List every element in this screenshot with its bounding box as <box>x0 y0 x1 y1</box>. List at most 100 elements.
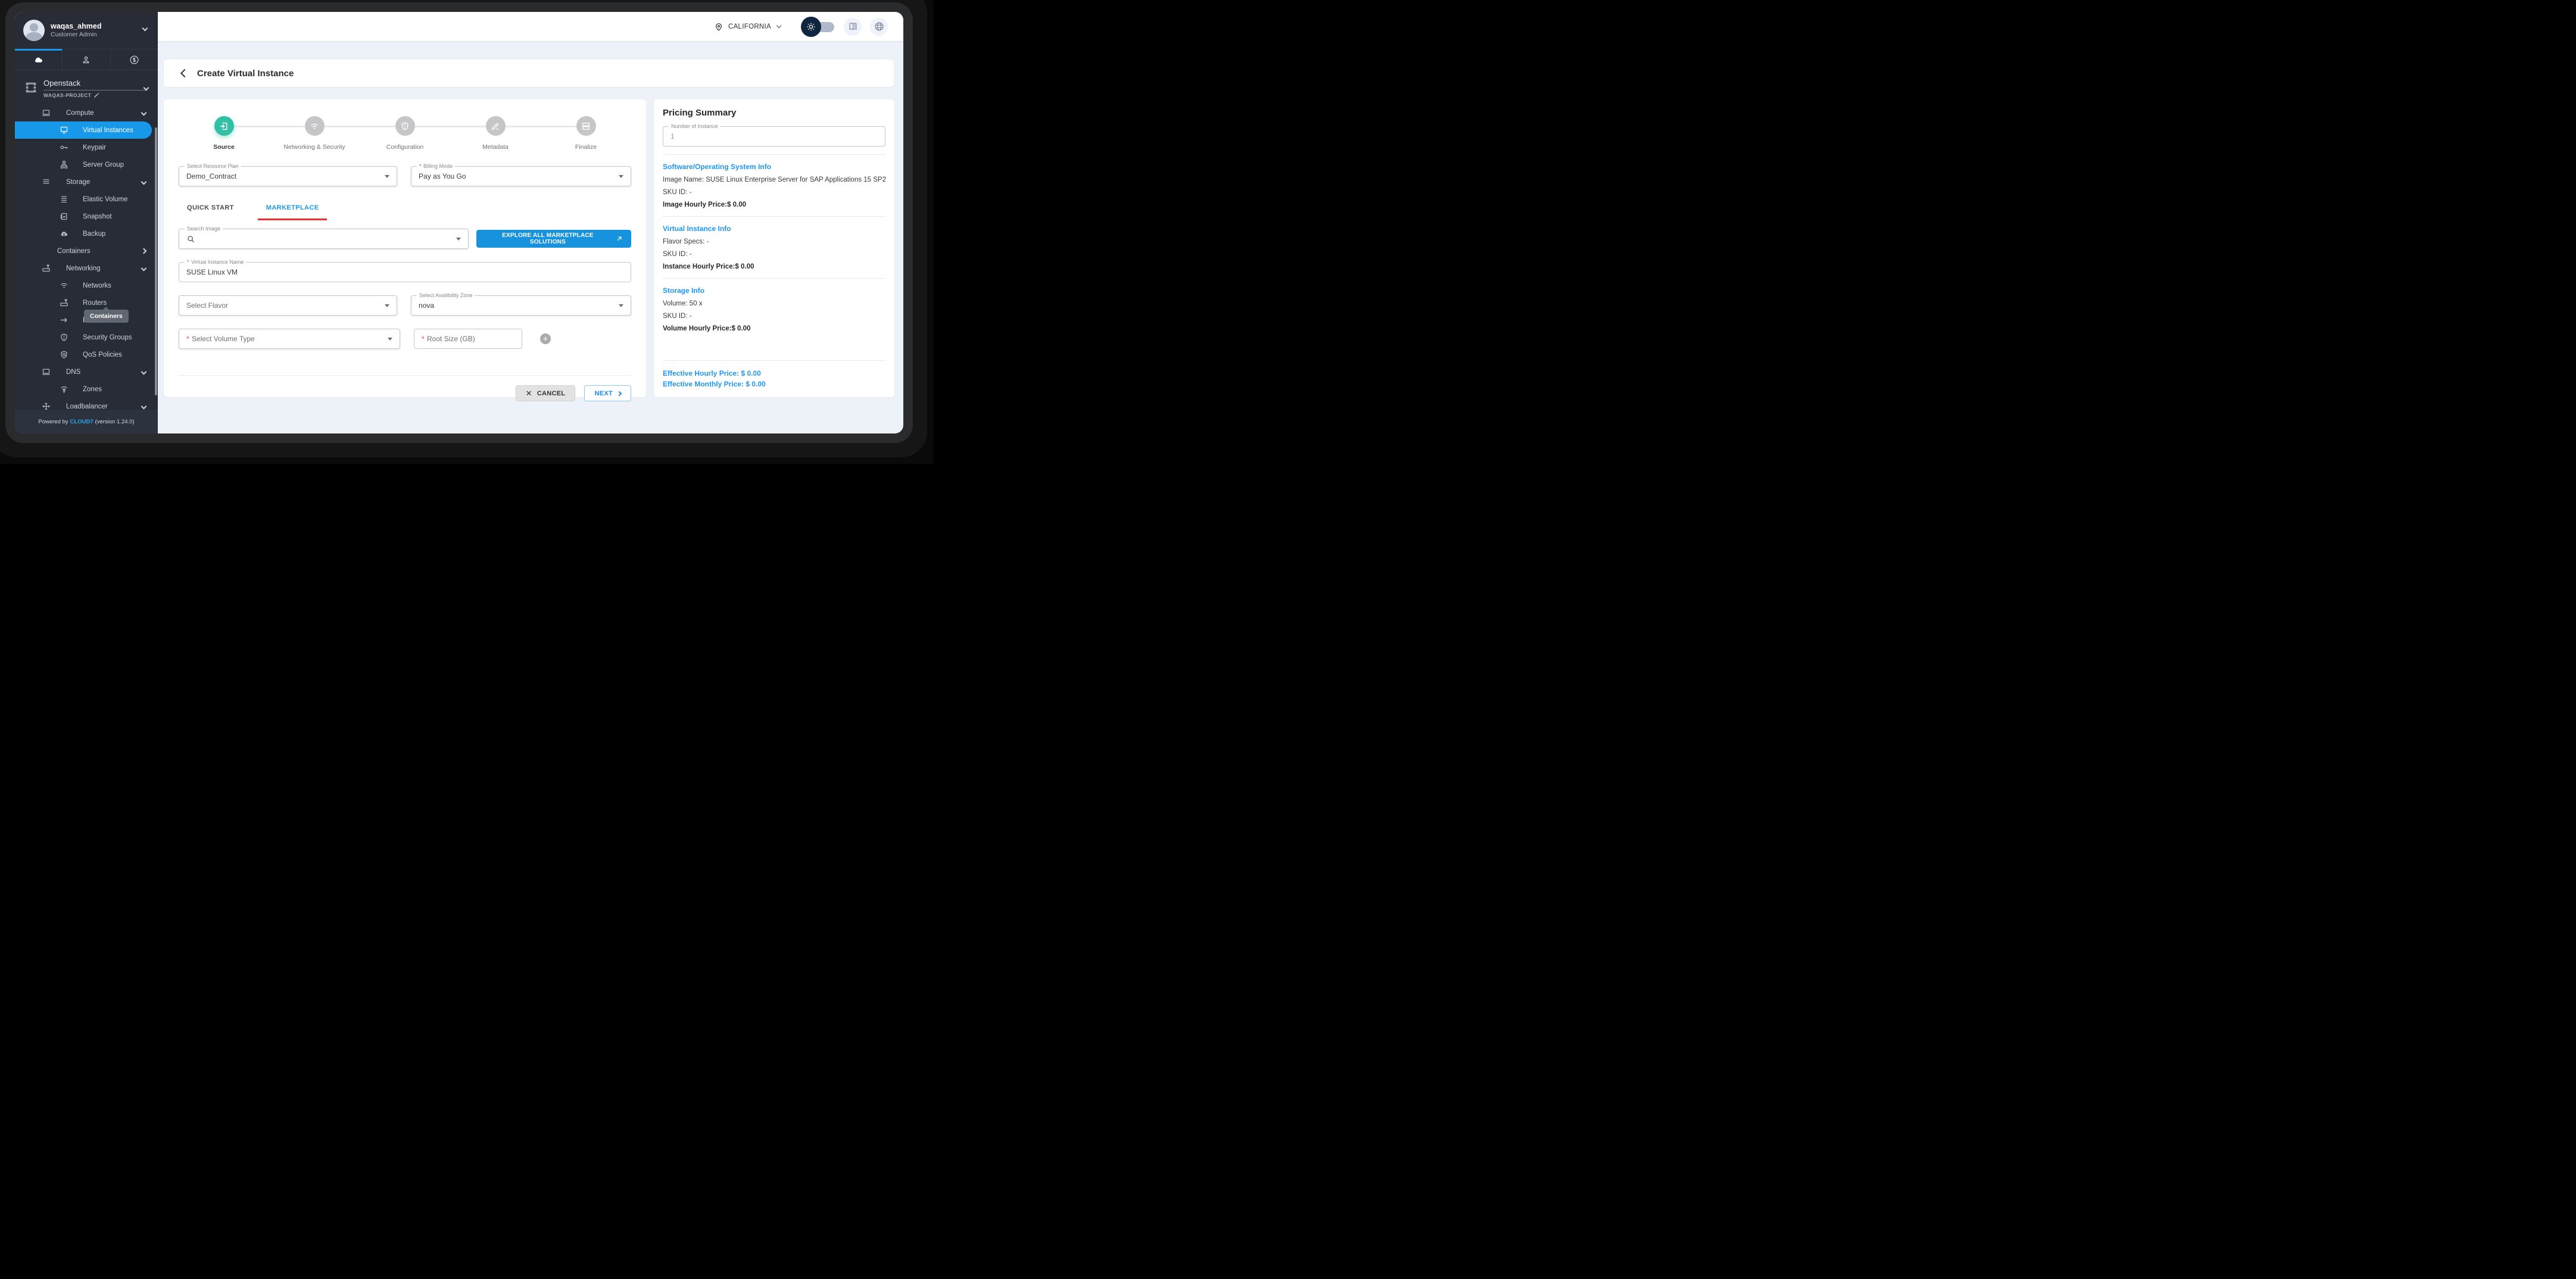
cloud-icon <box>35 57 43 63</box>
sidebar-item-label: Virtual Instances <box>83 126 133 134</box>
chevron-down-icon <box>141 369 147 375</box>
pricing-summary-panel: Pricing Summary Number of Instance Softw… <box>654 99 894 397</box>
back-icon[interactable] <box>180 68 189 78</box>
server-group-icon <box>60 160 68 169</box>
pricing-line-bold: Instance Hourly Price:$ 0.00 <box>663 263 754 270</box>
laptop-icon <box>42 108 51 117</box>
step-label: Source <box>213 144 235 151</box>
server-icon <box>582 122 590 130</box>
docs-button[interactable] <box>844 17 862 36</box>
sidebar-item-elastic-volume[interactable]: Elastic Volume <box>15 191 158 208</box>
effective-monthly-price: Effective Monthly Price: $ 0.00 <box>663 380 766 389</box>
footer-brand-link[interactable]: CLOUD7 <box>70 419 93 425</box>
sidebar-item-virtual-instances[interactable]: Virtual Instances <box>15 121 152 139</box>
field-label: Select Availibility Zone <box>417 292 475 299</box>
search-icon <box>188 235 194 242</box>
step-source[interactable]: Source <box>179 116 269 151</box>
sidebar-item-backup[interactable]: Backup <box>15 225 158 242</box>
pencil-icon[interactable] <box>93 92 99 98</box>
resource-plan-value: Demo_Contract <box>186 172 237 180</box>
pricing-line: Volume: 50 x <box>663 300 703 307</box>
chevron-down-icon <box>776 23 782 29</box>
volume-type-select[interactable]: * Select Volume Type <box>179 329 400 349</box>
next-button[interactable]: NEXT <box>584 385 631 401</box>
divider <box>663 278 885 279</box>
section-heading: Virtual Instance Info <box>663 224 731 233</box>
project-selector[interactable]: Openstack WAQAS-PROJECT <box>15 76 158 104</box>
step-finalize[interactable]: Finalize <box>541 116 631 151</box>
chevron-right-icon <box>616 391 622 396</box>
sidebar-item-storage[interactable]: Storage <box>15 173 158 191</box>
add-volume-button[interactable]: + <box>540 333 551 344</box>
sidebar-item-keypair[interactable]: Keypair <box>15 139 158 156</box>
sidebar-item-label: DNS <box>66 368 81 376</box>
availability-zone-select[interactable]: Select Availibility Zone nova <box>411 292 631 316</box>
sidebar-item-label: Networking <box>66 264 101 272</box>
pen-icon <box>491 122 499 130</box>
page-header: Create Virtual Instance <box>164 60 894 87</box>
pricing-line: SKU ID: - <box>663 251 692 258</box>
chevron-down-icon <box>141 265 147 272</box>
sidebar-item-label: Compute <box>66 109 94 117</box>
login-icon <box>220 122 227 130</box>
chevron-down-icon[interactable] <box>142 25 148 32</box>
sidebar-item-server-group[interactable]: Server Group <box>15 156 158 173</box>
field-label: * Billing Mode <box>417 163 456 170</box>
cancel-button[interactable]: ✕ CANCEL <box>515 385 576 401</box>
sidebar-item-label: Containers <box>57 247 91 255</box>
resource-plan-select[interactable]: Select Resource Plan Demo_Contract <box>179 163 398 186</box>
user-menu[interactable]: waqas_ahmed Customer Admin <box>15 12 158 49</box>
theme-toggle[interactable] <box>801 16 835 37</box>
tab-marketplace[interactable]: MARKETPLACE <box>257 201 328 220</box>
loadbalancer-icon <box>42 402 51 410</box>
pricing-line: Flavor Specs: - <box>663 238 709 245</box>
step-label: Networking & Security <box>283 144 345 151</box>
sidebar-item-networking[interactable]: Networking <box>15 260 158 277</box>
sidebar-scrollbar[interactable] <box>155 127 157 395</box>
region-selector[interactable]: CALIFORNIA <box>714 22 782 32</box>
step-metadata[interactable]: Metadata <box>450 116 541 151</box>
sidebar-item-networks[interactable]: Networks <box>15 277 158 294</box>
sidebar-item-label: Networks <box>83 282 111 289</box>
sidebar-item-compute[interactable]: Compute <box>15 104 158 121</box>
billing-mode-select[interactable]: * Billing Mode Pay as You Go <box>411 163 631 186</box>
number-of-instance-field[interactable]: Number of Instance <box>663 123 885 146</box>
availability-zone-value: nova <box>419 301 435 310</box>
volume-type-placeholder: * Select Volume Type <box>186 335 255 343</box>
step-configuration[interactable]: Configuration <box>360 116 450 151</box>
section-heading: Software/Operating System Info <box>663 163 772 171</box>
flavor-select[interactable]: Select Flavor <box>179 295 398 316</box>
number-of-instance-input[interactable] <box>670 132 878 141</box>
sidebar-item-security-groups[interactable]: Security Groups <box>15 329 158 346</box>
sidebar-item-qos-policies[interactable]: QoS Policies <box>15 346 158 363</box>
device-frame: waqas_ahmed Customer Admin Openstack WAQ… <box>0 0 934 464</box>
pricing-section-os: Software/Operating System Info Image Nam… <box>663 163 886 208</box>
tab-users[interactable] <box>63 49 111 70</box>
instance-name-field[interactable]: * Virtual Instance Name <box>179 258 631 282</box>
instance-name-input[interactable] <box>186 268 623 276</box>
language-button[interactable] <box>870 17 888 36</box>
root-size-field[interactable]: * Root Size (GB) <box>414 329 522 349</box>
tab-cloud[interactable] <box>15 49 63 70</box>
explore-marketplace-button[interactable]: EXPLORE ALL MARKETPLACE SOLUTIONS <box>476 230 631 248</box>
sidebar-item-snapshot[interactable]: Snapshot <box>15 208 158 225</box>
sidebar-item-zones[interactable]: Zones <box>15 380 158 398</box>
footer-prefix: Powered by <box>38 418 68 425</box>
sidebar-item-containers[interactable]: Containers <box>15 242 158 260</box>
sidebar: waqas_ahmed Customer Admin Openstack WAQ… <box>15 12 158 433</box>
field-label: * Virtual Instance Name <box>185 258 247 266</box>
tab-billing[interactable] <box>111 49 158 70</box>
step-networking-security[interactable]: Networking & Security <box>269 116 360 151</box>
sidebar-item-loadbalancer[interactable]: Loadbalancer <box>15 398 158 410</box>
pricing-line: SKU ID: - <box>663 313 692 320</box>
sidebar-item-routers[interactable]: Routers <box>15 294 158 311</box>
book-icon <box>849 23 856 30</box>
billing-mode-value: Pay as You Go <box>419 172 466 180</box>
location-pin-icon <box>716 23 722 31</box>
search-image-select[interactable]: Search Image <box>179 225 469 249</box>
sidebar-item-dns[interactable]: DNS <box>15 363 158 380</box>
source-tabs: QUICK START MARKETPLACE <box>179 201 631 220</box>
sidebar-tabs <box>15 49 158 70</box>
tab-quick-start[interactable]: QUICK START <box>179 201 242 220</box>
step-label: Finalize <box>575 144 597 151</box>
